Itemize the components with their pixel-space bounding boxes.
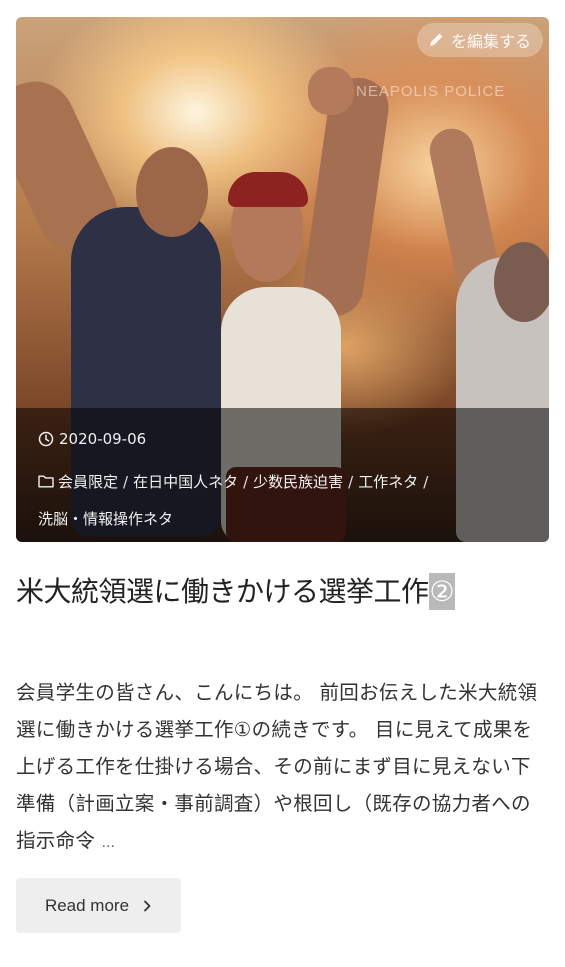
photo-person-center-fist (308, 67, 354, 115)
post-title-highlight: ② (428, 573, 456, 610)
photo-person-right-head (494, 242, 549, 322)
read-more-label: Read more (44, 895, 130, 915)
featured-image[interactable]: NEAPOLIS POLICE を編集する 2020-09-06 会員限定 / 在日… (16, 17, 549, 542)
read-more-button[interactable]: Read more (16, 878, 181, 933)
edit-label: を編集する (450, 32, 531, 51)
post-title[interactable]: 米大統領選に働きかける選挙工作② (16, 566, 549, 618)
category-separator: / (123, 473, 129, 491)
post-date: 2020-09-06 (38, 428, 527, 450)
post-excerpt: 会員学生の皆さん、こんにちは。 前回お伝えした米大統領選に働きかける選挙工作①の… (16, 674, 549, 862)
category-link[interactable]: 工作ネタ (358, 473, 418, 491)
pencil-icon (429, 33, 443, 46)
edit-post-link[interactable]: を編集する (416, 23, 543, 57)
post-excerpt-text: 会員学生の皆さん、こんにちは。 前回お伝えした米大統領選に働きかける選挙工作①の… (16, 681, 538, 852)
folder-icon (38, 475, 54, 488)
category-link[interactable]: 会員限定 (58, 473, 118, 491)
photo-person-center-bandana (228, 172, 308, 207)
category-separator: / (423, 473, 429, 491)
category-link[interactable]: 在日中国人ネタ (133, 473, 238, 491)
clock-icon (38, 431, 54, 447)
photo-person-center-arm (299, 73, 393, 321)
category-link[interactable]: 洗脳・情報操作ネタ (38, 510, 173, 528)
category-separator: / (243, 473, 249, 491)
photo-person-left-head (136, 147, 208, 237)
post-meta-overlay: 2020-09-06 会員限定 / 在日中国人ネタ / 少数民族迫害 / 工作ネタ / 洗脳・情… (16, 408, 549, 542)
post-categories: 会員限定 / 在日中国人ネタ / 少数民族迫害 / 工作ネタ / 洗脳・情報操作ネタ (38, 464, 527, 538)
category-separator: / (348, 473, 354, 491)
excerpt-ellipsis: ... (101, 836, 116, 851)
post-date-text: 2020-09-06 (59, 430, 147, 448)
category-link[interactable]: 少数民族迫害 (253, 473, 343, 491)
photo-sign-text: NEAPOLIS POLICE (356, 83, 506, 100)
chevron-right-icon (144, 900, 151, 911)
post-title-text: 米大統領選に働きかける選挙工作 (16, 575, 429, 608)
